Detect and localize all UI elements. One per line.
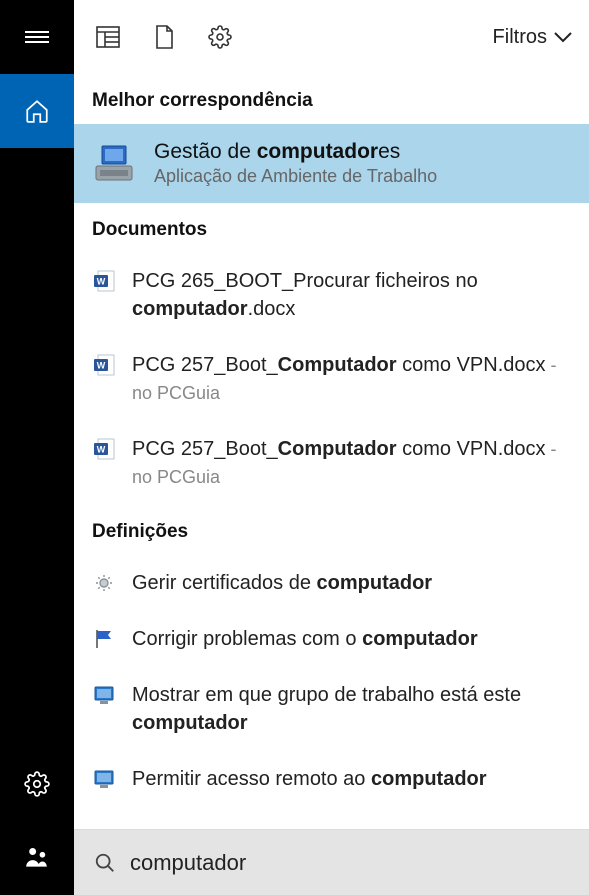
document-title: PCG 257_Boot_Computador como VPN.docx - … [132, 351, 571, 407]
chevron-down-icon [553, 31, 573, 43]
settings-result[interactable]: Gerir certificados de computador [74, 555, 589, 611]
section-documents: Documentos [74, 203, 589, 253]
sidebar-settings[interactable] [0, 747, 74, 821]
document-result[interactable]: W PCG 257_Boot_Computador como VPN.docx -… [74, 421, 589, 505]
best-match-title: Gestão de computadores [154, 140, 437, 164]
sidebar-menu[interactable] [0, 0, 74, 74]
best-match-subtitle: Aplicação de Ambiente de Trabalho [154, 166, 437, 187]
word-doc-icon: W [92, 437, 116, 461]
best-match-item[interactable]: Gestão de computadores Aplicação de Ambi… [74, 124, 589, 203]
documents-tab-icon[interactable] [154, 25, 174, 49]
svg-text:W: W [97, 277, 106, 287]
monitor-icon [92, 683, 116, 707]
document-title: PCG 265_BOOT_Procurar ficheiros no compu… [132, 267, 571, 323]
feedback-icon [24, 845, 50, 871]
word-doc-icon: W [92, 353, 116, 377]
search-bar [74, 829, 589, 895]
home-icon [24, 98, 50, 124]
sidebar-home[interactable] [0, 74, 74, 148]
filters-label: Filtros [493, 26, 547, 49]
word-doc-icon: W [92, 269, 116, 293]
document-result[interactable]: W PCG 257_Boot_Computador como VPN.docx -… [74, 337, 589, 421]
settings-result[interactable]: Permitir acesso remoto ao computador [74, 751, 589, 807]
svg-text:W: W [97, 361, 106, 371]
document-result[interactable]: W PCG 265_BOOT_Procurar ficheiros no comp… [74, 253, 589, 337]
settings-result[interactable]: Mostrar em que grupo de trabalho está es… [74, 667, 589, 751]
settings-title: Mostrar em que grupo de trabalho está es… [132, 681, 571, 737]
search-icon [94, 852, 116, 874]
settings-tab-icon[interactable] [208, 25, 232, 49]
section-settings: Definições [74, 505, 589, 555]
monitor-icon [92, 767, 116, 791]
hamburger-icon [25, 28, 49, 46]
apps-tab-icon[interactable] [96, 26, 120, 48]
settings-title: Gerir certificados de computador [132, 569, 432, 597]
computer-management-icon [92, 142, 136, 186]
toolbar: Filtros [74, 0, 589, 74]
cert-icon [92, 571, 116, 595]
sidebar [0, 0, 74, 895]
sidebar-feedback[interactable] [0, 821, 74, 895]
settings-title: Corrigir problemas com o computador [132, 625, 478, 653]
filters-button[interactable]: Filtros [493, 26, 573, 49]
results-content: Melhor correspondência Gestão de computa… [74, 74, 589, 829]
svg-text:W: W [97, 445, 106, 455]
settings-title: Permitir acesso remoto ao computador [132, 765, 487, 793]
main-panel: Filtros Melhor correspondência Gestão de… [74, 0, 589, 895]
flag-icon [92, 627, 116, 651]
document-title: PCG 257_Boot_Computador como VPN.docx - … [132, 435, 571, 491]
settings-result[interactable]: Corrigir problemas com o computador [74, 611, 589, 667]
search-input[interactable] [130, 850, 569, 876]
section-best-match: Melhor correspondência [74, 74, 589, 124]
gear-icon [24, 771, 50, 797]
